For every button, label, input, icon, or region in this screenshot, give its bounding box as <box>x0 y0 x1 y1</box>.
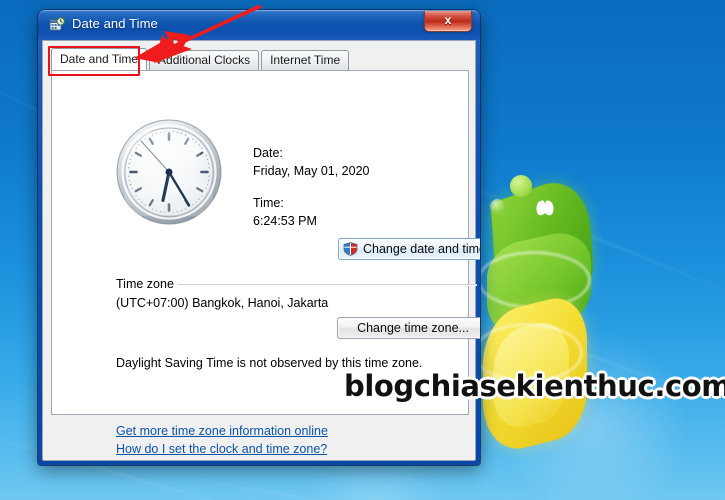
time-label: Time: <box>253 196 284 210</box>
ribbon-orb-large <box>510 175 532 197</box>
link-more-timezone-info[interactable]: Get more time zone information online <box>116 424 328 438</box>
timezone-group-legend: Time zone <box>116 277 178 291</box>
change-date-and-time-label: Change date and time... <box>363 242 480 256</box>
dialog-titlebar[interactable]: Date and Time x <box>38 10 480 40</box>
link-how-to-set-clock[interactable]: How do I set the clock and time zone? <box>116 442 327 456</box>
analog-clock <box>115 117 223 227</box>
close-button[interactable]: x <box>424 11 472 32</box>
time-value: 6:24:53 PM <box>253 214 317 228</box>
date-label: Date: <box>253 146 283 160</box>
ribbon-orb-small <box>490 199 505 214</box>
site-watermark: blogchiasekienthuc.com <box>344 369 725 403</box>
uac-shield-icon <box>343 242 358 256</box>
timezone-value: (UTC+07:00) Bangkok, Hanoi, Jakarta <box>116 296 329 310</box>
date-value: Friday, May 01, 2020 <box>253 164 370 178</box>
daylight-saving-text: Daylight Saving Time is not observed by … <box>116 356 423 370</box>
dialog-title: Date and Time <box>72 16 158 31</box>
windows-flag-ribbon <box>473 169 637 475</box>
date-and-time-icon <box>49 17 65 33</box>
tab-strip: Date and Time Additional Clocks Internet… <box>51 48 351 70</box>
tab-additional-clocks[interactable]: Additional Clocks <box>149 50 260 70</box>
ribbon-sheen <box>477 251 591 309</box>
timezone-group-divider <box>171 284 477 286</box>
tab-date-and-time[interactable]: Date and Time <box>51 48 148 70</box>
close-icon: x <box>444 13 452 27</box>
change-date-and-time-button[interactable]: Change date and time... <box>338 238 480 260</box>
tab-internet-time[interactable]: Internet Time <box>261 50 350 70</box>
change-time-zone-label: Change time zone... <box>357 321 469 335</box>
change-time-zone-button[interactable]: Change time zone... <box>337 317 480 339</box>
butterfly-icon <box>536 201 556 217</box>
